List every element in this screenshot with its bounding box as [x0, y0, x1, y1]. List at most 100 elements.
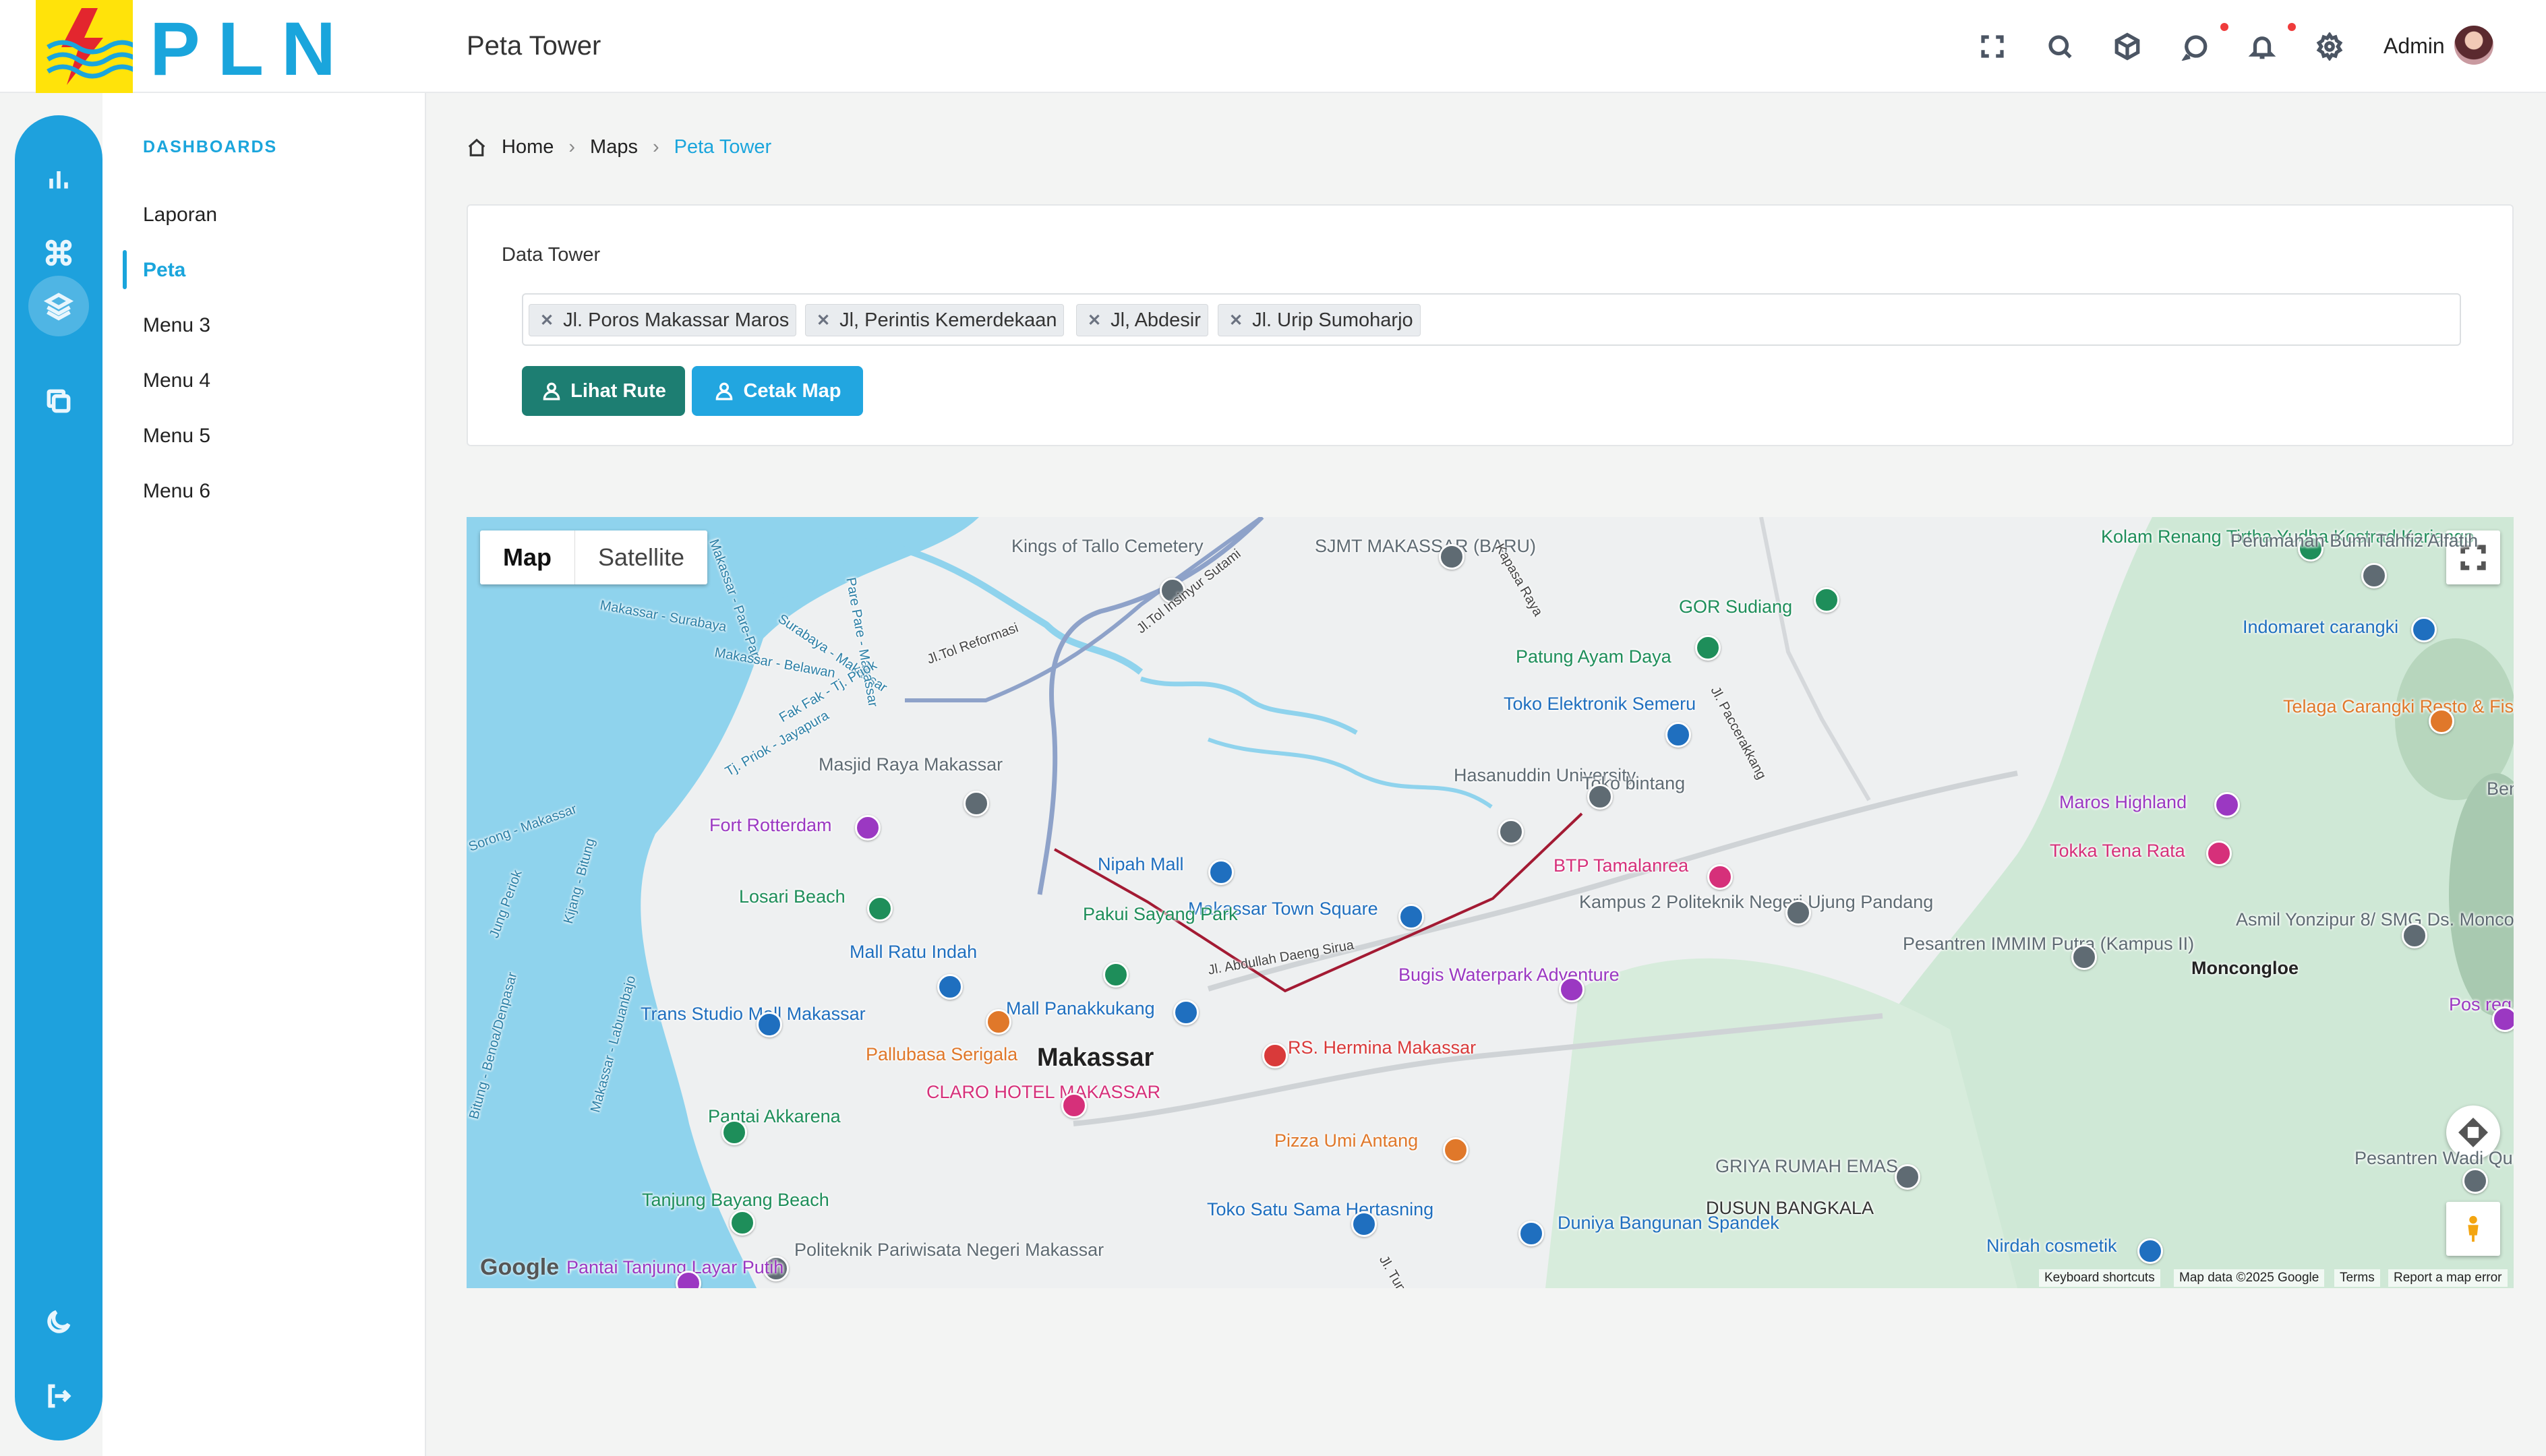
map-place-pin-icon[interactable] [1587, 784, 1613, 810]
map-type-satellite[interactable]: Satellite [575, 530, 707, 584]
moon-icon[interactable] [38, 1302, 79, 1342]
map-place-label[interactable]: Masjid Raya Makassar [819, 754, 1003, 775]
map-place-label[interactable]: DUSUN BANGKALA [1706, 1198, 1874, 1219]
map-place-label[interactable]: Pallubasa Serigala [866, 1044, 1017, 1065]
map-place-pin-icon[interactable] [1665, 722, 1691, 748]
copy-icon[interactable] [38, 381, 79, 421]
map-place-pin-icon[interactable] [757, 1012, 782, 1037]
map-place-label[interactable]: Kings of Tallo Cemetery [1011, 536, 1204, 557]
layers-icon[interactable] [28, 276, 89, 336]
map-place-label[interactable]: Patung Ayam Daya [1516, 646, 1671, 667]
breadcrumb-maps[interactable]: Maps [590, 136, 638, 158]
chat-icon[interactable] [2181, 32, 2209, 61]
tag-chip[interactable]: ✕ Jl. Poros Makassar Maros [529, 304, 797, 336]
map-place-label[interactable]: Pesantren IMMIM Putra (Kampus II) [1903, 934, 2194, 954]
map-place-label[interactable]: Pakui Sayang Park [1083, 904, 1238, 925]
map-place-pin-icon[interactable] [2137, 1238, 2163, 1264]
map-place-label[interactable]: Toko Elektronik Semeru [1504, 694, 1696, 715]
fullscreen-icon[interactable] [1978, 32, 2007, 61]
map-place-pin-icon[interactable] [1498, 819, 1524, 845]
map-place-label[interactable]: Pesantren Wadi Qurra Asdarul Hasan [2355, 1148, 2514, 1169]
terms-link[interactable]: Terms [2334, 1269, 2380, 1287]
sidebar-item-menu-5[interactable]: Menu 5 [143, 425, 210, 448]
map-place-pin-icon[interactable] [2492, 1006, 2514, 1032]
map-place-pin-icon[interactable] [1173, 1000, 1199, 1025]
sidebar-item-laporan[interactable]: Laporan [143, 204, 217, 226]
map-place-label[interactable]: Nipah Mall [1098, 854, 1184, 875]
map-place-pin-icon[interactable] [1559, 977, 1585, 1002]
sidebar-item-menu-6[interactable]: Menu 6 [143, 480, 210, 503]
report-map-error-link[interactable]: Report a map error [2388, 1269, 2508, 1287]
lihat-rute-button[interactable]: Lihat Rute [522, 366, 685, 416]
street-view-pegman-icon[interactable] [2446, 1202, 2500, 1256]
map-place-label[interactable]: GOR Sudiang [1679, 597, 1792, 617]
map-place-label[interactable]: Tanjung Bayang Beach [642, 1190, 829, 1211]
map-place-pin-icon[interactable] [1262, 1043, 1288, 1068]
map-place-pin-icon[interactable] [1814, 587, 1839, 613]
sidebar-item-menu-4[interactable]: Menu 4 [143, 369, 210, 392]
map-place-pin-icon[interactable] [1707, 864, 1733, 890]
remove-tag-icon[interactable]: ✕ [1229, 311, 1243, 330]
map-place-label[interactable]: Asmil Yonzipur 8/ SMG Ds. Moncongloe... [2236, 909, 2514, 930]
map-place-pin-icon[interactable] [730, 1210, 755, 1236]
map-place-pin-icon[interactable] [2361, 563, 2387, 588]
map-type-toggle[interactable]: Map Satellite [480, 530, 708, 584]
map-place-label[interactable]: Pantai Tanjung Layar Putih [566, 1257, 783, 1278]
map-place-pin-icon[interactable] [2429, 708, 2454, 734]
bell-icon[interactable] [2248, 32, 2276, 61]
tag-chip[interactable]: ✕ Jl, Perintis Kemerdekaan [805, 304, 1065, 336]
map-place-pin-icon[interactable] [937, 974, 963, 1000]
map-place-pin-icon[interactable] [1785, 900, 1811, 926]
breadcrumb-home[interactable]: Home [502, 136, 554, 158]
map-place-label[interactable]: BTP Tamalanrea [1553, 855, 1688, 876]
map-place-pin-icon[interactable] [1439, 544, 1464, 570]
tag-chip[interactable]: ✕ Jl. Urip Sumoharjo [1218, 304, 1421, 336]
map-place-pin-icon[interactable] [721, 1120, 747, 1145]
map-place-pin-icon[interactable] [986, 1009, 1011, 1035]
map-place-pin-icon[interactable] [2214, 792, 2240, 818]
user-name[interactable]: Admin [2384, 34, 2445, 59]
map-place-pin-icon[interactable] [2462, 1168, 2488, 1194]
chart-icon[interactable] [38, 158, 79, 199]
map-place-pin-icon[interactable] [964, 791, 989, 816]
map-place-pin-icon[interactable] [1398, 904, 1424, 930]
map-canvas[interactable]: Map Satellite Makassar Moncongloe Kings … [467, 517, 2514, 1288]
map-place-label[interactable]: Losari Beach [739, 886, 846, 907]
map-place-pin-icon[interactable] [2402, 923, 2427, 948]
map-place-label[interactable]: Fort Rotterdam [709, 815, 832, 836]
map-place-pin-icon[interactable] [1518, 1221, 1544, 1246]
map-place-label[interactable]: RS. Hermina Makassar [1288, 1037, 1476, 1058]
sidebar-item-menu-3[interactable]: Menu 3 [143, 314, 210, 337]
map-place-label[interactable]: Bugis Waterpark Adventure [1398, 965, 1620, 985]
sidebar-item-peta[interactable]: Peta [143, 259, 185, 282]
map-place-pin-icon[interactable] [1695, 635, 1721, 661]
map-place-label[interactable]: Bendu [2487, 779, 2514, 799]
map-place-label[interactable]: Mall Ratu Indah [850, 942, 977, 963]
tower-multiselect[interactable]: ✕ Jl. Poros Makassar Maros ✕ Jl, Perintis … [522, 293, 2461, 346]
map-place-label[interactable]: Toko Satu Sama Hertasning [1207, 1199, 1433, 1220]
map-place-pin-icon[interactable] [1061, 1093, 1087, 1118]
command-icon[interactable] [38, 233, 79, 273]
map-place-pin-icon[interactable] [1351, 1211, 1377, 1237]
map-place-pin-icon[interactable] [1103, 962, 1129, 988]
map-place-label[interactable]: Tokka Tena Rata [2050, 841, 2185, 861]
map-place-pin-icon[interactable] [855, 815, 881, 841]
map-place-pin-icon[interactable] [867, 896, 893, 921]
map-place-label[interactable]: Indomaret carangki [2243, 617, 2398, 638]
map-place-pin-icon[interactable] [2411, 617, 2437, 642]
map-place-pin-icon[interactable] [2206, 841, 2232, 866]
tag-chip[interactable]: ✕ Jl, Abdesir [1076, 304, 1208, 336]
map-place-label[interactable]: Telaga Carangki Resto & Fishing [2283, 696, 2514, 717]
keyboard-shortcuts-link[interactable]: Keyboard shortcuts [2039, 1269, 2160, 1287]
search-icon[interactable] [2046, 32, 2074, 61]
gear-icon[interactable] [2315, 31, 2344, 62]
logout-icon[interactable] [38, 1376, 79, 1416]
map-place-label[interactable]: Trans Studio Mall Makassar [641, 1004, 866, 1025]
map-place-label[interactable]: Politeknik Pariwisata Negeri Makassar [794, 1240, 1104, 1261]
map-place-label[interactable]: CLARO HOTEL MAKASSAR [926, 1082, 1160, 1103]
remove-tag-icon[interactable]: ✕ [1088, 311, 1101, 330]
map-place-label[interactable]: GRIYA RUMAH EMAS [1715, 1156, 1898, 1177]
remove-tag-icon[interactable]: ✕ [540, 311, 554, 330]
map-place-label[interactable]: Nirdah cosmetik [1986, 1236, 2117, 1256]
map-place-pin-icon[interactable] [2071, 944, 2097, 970]
